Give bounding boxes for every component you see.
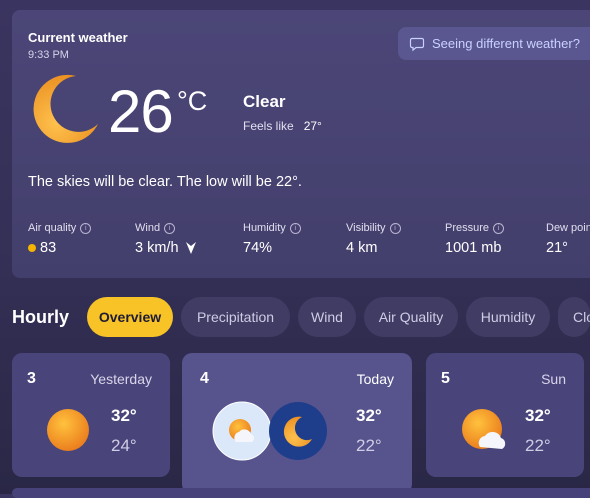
metric-visibility[interactable]: Visibility i 4 km [346, 222, 401, 256]
day-card-today[interactable]: 4 Today 32° 22° [182, 353, 412, 494]
metric-pressure[interactable]: Pressure i 1001 mb [445, 222, 505, 256]
card-title: Current weather [28, 30, 128, 45]
feels-like-value: 27° [303, 119, 322, 133]
metric-label: Dew point [546, 222, 590, 234]
hourly-label: Hourly [12, 307, 70, 327]
sun-icon [47, 409, 89, 451]
metric-label: Wind [135, 222, 161, 234]
moon-icon [33, 74, 98, 143]
wind-direction-arrow-icon [185, 242, 196, 254]
high-temp: 32° [111, 406, 137, 425]
day-name: Yesterday [90, 371, 152, 387]
metric-label: Air quality [28, 222, 77, 234]
info-icon[interactable]: i [164, 222, 176, 234]
metric-value: 74% [243, 240, 273, 256]
feels-like: Feels like 27° [243, 119, 322, 133]
tab-humidity[interactable]: Humidity [466, 297, 550, 337]
moon-icon[interactable] [268, 401, 328, 461]
metric-wind[interactable]: Wind i 3 km/h [135, 222, 197, 256]
metric-humidity[interactable]: Humidity i 74% [243, 222, 301, 256]
day-date: 3 [27, 370, 36, 387]
metric-dew-point[interactable]: Dew point 21° [546, 222, 590, 256]
tab-overview[interactable]: Overview [87, 297, 173, 337]
tab-wind[interactable]: Wind [298, 297, 356, 337]
low-temp: 22° [356, 436, 382, 455]
tab-precipitation[interactable]: Precipitation [181, 297, 290, 337]
temperature-unit-toggle[interactable]: °C [177, 86, 207, 117]
high-temp: 32° [525, 406, 551, 425]
weather-summary: The skies will be clear. The low will be… [28, 174, 302, 190]
day-card-yesterday[interactable]: 3 Yesterday 32° 24° [12, 353, 170, 477]
air-quality-dot-icon [28, 244, 36, 252]
partly-cloudy-day-icon [462, 409, 506, 449]
metric-value: 21° [546, 240, 568, 256]
info-icon[interactable]: i [389, 222, 401, 234]
metric-label: Visibility [346, 222, 386, 234]
current-temperature: 26 [108, 78, 174, 145]
day-name: Sun [541, 371, 566, 387]
current-time: 9:33 PM [28, 49, 69, 61]
metric-value: 4 km [346, 240, 378, 256]
metric-label: Pressure [445, 222, 490, 234]
partly-cloudy-day-icon[interactable] [212, 401, 272, 461]
seeing-different-weather-label: Seeing different weather? [432, 36, 580, 51]
next-section-edge [12, 488, 590, 498]
day-date: 4 [200, 370, 209, 387]
tab-cloud-cover[interactable]: Cloud cover [558, 297, 590, 337]
current-condition: Clear [243, 92, 286, 111]
feels-like-label: Feels like [243, 119, 294, 133]
info-icon[interactable]: i [493, 222, 505, 234]
high-temp: 32° [356, 406, 382, 425]
day-date: 5 [441, 370, 450, 387]
metric-value: 83 [40, 240, 57, 256]
day-card-sun[interactable]: 5 Sun 32° 22° [426, 353, 584, 477]
low-temp: 22° [525, 436, 551, 455]
metric-value: 3 km/h [135, 240, 179, 256]
info-icon[interactable]: i [289, 222, 301, 234]
day-name: Today [356, 371, 394, 387]
metric-air-quality[interactable]: Air quality i 83 [28, 222, 92, 256]
chat-bubble-icon [409, 37, 425, 51]
low-temp: 24° [111, 436, 137, 455]
info-icon[interactable]: i [80, 222, 92, 234]
seeing-different-weather-button[interactable]: Seeing different weather? [398, 27, 590, 60]
metric-value: 1001 mb [445, 240, 502, 256]
tab-air-quality[interactable]: Air Quality [364, 297, 458, 337]
metric-label: Humidity [243, 222, 286, 234]
